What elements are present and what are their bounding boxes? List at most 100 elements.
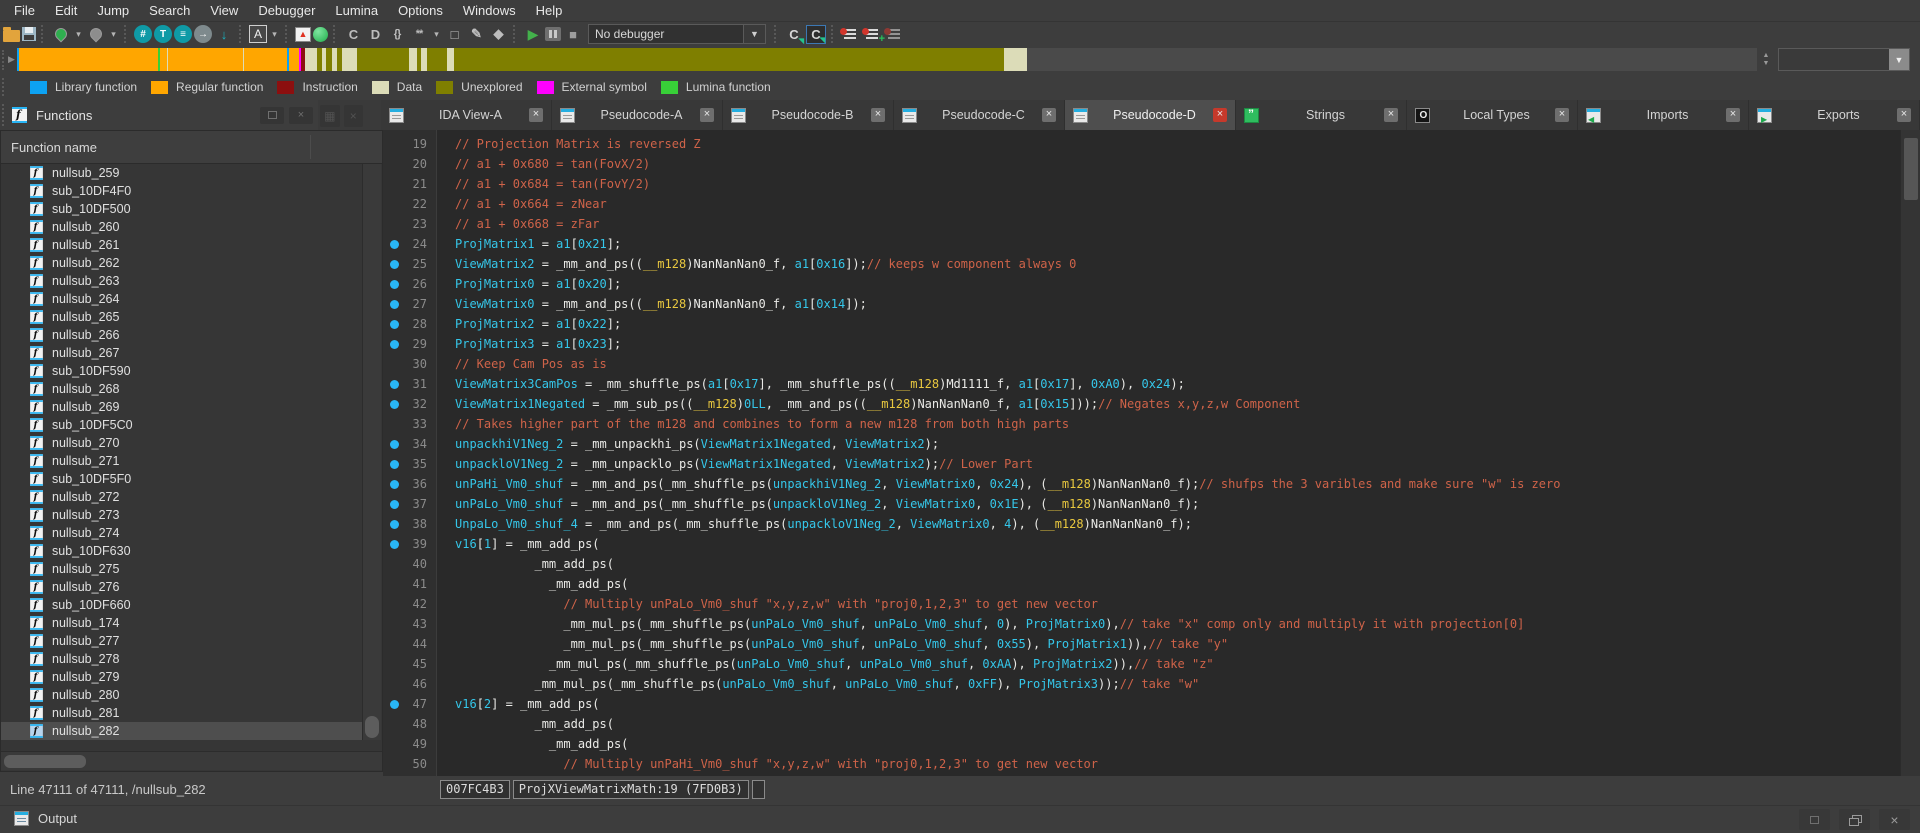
step-into-c-icon[interactable]: C [784,25,804,45]
code-vertical-scrollbar[interactable] [1900,130,1920,776]
code-line[interactable]: 42 // Multiply unPaLo_Vm0_shuf "x,y,z,w"… [383,594,1900,614]
tab-close-icon[interactable]: × [871,108,885,122]
nav-next-icon[interactable]: → [194,25,212,43]
scrollbar-thumb[interactable] [1904,138,1918,200]
drag-grip[interactable] [2,78,6,96]
function-list-item[interactable]: nullsub_270 [1,434,363,452]
code-line[interactable]: 25 ViewMatrix2 = _mm_and_ps((__m128)NanNa… [383,254,1900,274]
output-tab[interactable]: Output [6,809,85,828]
code-line[interactable]: 38 UnpaLo_Vm0_shuf_4 = _mm_and_ps(_mm_shu… [383,514,1900,534]
function-list-item[interactable]: sub_10DF5C0 [1,416,363,434]
function-list-item[interactable]: nullsub_282 [1,722,363,740]
run-pause-icon[interactable] [545,27,561,41]
braces-icon[interactable]: {} [387,25,407,44]
code-line[interactable]: 23 // a1 + 0x668 = zFar [383,214,1900,234]
flag-icon[interactable]: ▲ [295,26,311,42]
run-play-icon[interactable]: ▶ [523,25,543,44]
item-mark-dot-icon[interactable] [390,500,399,509]
code-line[interactable]: 45 _mm_mul_ps(_mm_shuffle_ps(unPaLo_Vm0_… [383,654,1900,674]
menu-item-file[interactable]: File [4,1,45,20]
function-list-item[interactable]: nullsub_272 [1,488,363,506]
code-line[interactable]: 49 _mm_add_ps( [383,734,1900,754]
caret-icon[interactable]: ▾ [269,25,280,44]
run-stop-icon[interactable]: ■ [563,25,583,44]
tab-imports[interactable]: Imports × [1578,100,1749,130]
panel-close-button[interactable]: × [289,106,313,124]
code-line[interactable]: 21 // a1 + 0x684 = tan(FovY/2) [383,174,1900,194]
code-line[interactable]: 24 ProjMatrix1 = a1[0x21]; [383,234,1900,254]
function-list-item[interactable]: sub_10DF500 [1,200,363,218]
item-mark-dot-icon[interactable] [390,300,399,309]
tab-exports[interactable]: Exports × [1749,100,1920,130]
function-list-item[interactable]: nullsub_267 [1,344,363,362]
function-list-item[interactable]: nullsub_275 [1,560,363,578]
bpt-list-icon[interactable] [840,27,861,41]
step-over-c-icon[interactable]: C [806,24,826,44]
navigation-band[interactable] [17,48,1757,71]
func-chart-icon[interactable]: # [134,25,152,43]
tab-pseudocode-b[interactable]: Pseudocode-B × [723,100,894,130]
code-line[interactable]: 29 ProjMatrix3 = a1[0x23]; [383,334,1900,354]
code-line[interactable]: 40 _mm_add_ps( [383,554,1900,574]
caret-icon[interactable]: ▾ [73,25,84,44]
restore-button[interactable] [1839,809,1870,830]
function-list-item[interactable]: sub_10DF5F0 [1,470,363,488]
menu-item-help[interactable]: Help [526,1,573,20]
function-list-item[interactable]: nullsub_263 [1,272,363,290]
item-mark-dot-icon[interactable] [390,480,399,489]
item-mark-dot-icon[interactable] [390,260,399,269]
tabbar-close-button[interactable]: × [343,105,363,127]
menu-item-view[interactable]: View [200,1,248,20]
item-mark-dot-icon[interactable] [390,460,399,469]
struct-del-icon[interactable]: D [365,25,385,44]
function-list-item[interactable]: nullsub_266 [1,326,363,344]
caret-icon[interactable]: ▾ [431,25,442,44]
function-list-item[interactable]: sub_10DF630 [1,542,363,560]
code-line[interactable]: 48 _mm_add_ps( [383,714,1900,734]
function-list-item[interactable]: nullsub_281 [1,704,363,722]
function-list-item[interactable]: sub_10DF4F0 [1,182,363,200]
code-line[interactable]: 32 ViewMatrix1Negated = _mm_sub_ps((__m12… [383,394,1900,414]
save-icon[interactable] [22,27,36,41]
scrollbar-thumb[interactable] [4,755,86,768]
tab-pseudocode-c[interactable]: Pseudocode-C × [894,100,1065,130]
function-list-item[interactable]: nullsub_259 [1,164,363,182]
code-line[interactable]: 20 // a1 + 0x680 = tan(FovX/2) [383,154,1900,174]
item-mark-dot-icon[interactable] [390,380,399,389]
navband-expand-arrow-icon[interactable]: ▶ [8,54,15,65]
caret-icon[interactable]: ▾ [108,25,119,44]
function-list-item[interactable]: nullsub_260 [1,218,363,236]
sel-box-icon[interactable]: □ [444,25,464,44]
lumina-ball-icon[interactable] [313,26,328,42]
code-line[interactable]: 31 ViewMatrix3CamPos = _mm_shuffle_ps(a1[… [383,374,1900,394]
item-mark-dot-icon[interactable] [390,340,399,349]
tab-close-icon[interactable]: × [1384,108,1398,122]
code-line[interactable]: 22 // a1 + 0x664 = zNear [383,194,1900,214]
item-mark-dot-icon[interactable] [390,540,399,549]
code-line[interactable]: 28 ProjMatrix2 = a1[0x22]; [383,314,1900,334]
tabbar-save-button[interactable]: ▦ [320,105,340,127]
function-list-item[interactable]: sub_10DF590 [1,362,363,380]
function-list-item[interactable]: nullsub_277 [1,632,363,650]
navband-zoom-combobox[interactable]: ▼ [1778,48,1910,71]
tab-close-icon[interactable]: × [1726,108,1740,122]
code-line[interactable]: 37 unPaLo_Vm0_shuf = _mm_and_ps(_mm_shuff… [383,494,1900,514]
function-list-item[interactable]: nullsub_271 [1,452,363,470]
code-line[interactable]: 26 ProjMatrix0 = a1[0x20]; [383,274,1900,294]
code-line[interactable]: 35 unpackloV1Neg_2 = _mm_unpacklo_ps(View… [383,454,1900,474]
menu-item-search[interactable]: Search [139,1,200,20]
column-header-function-name[interactable]: Function name [1,131,382,164]
enum-icon[interactable]: ** [409,25,429,44]
functions-horizontal-scrollbar[interactable] [1,751,382,770]
scrollbar-thumb[interactable] [365,716,379,738]
menu-item-jump[interactable]: Jump [87,1,139,20]
maximize-button[interactable] [1799,809,1830,830]
menu-item-options[interactable]: Options [388,1,453,20]
panel-restore-button[interactable] [260,106,284,124]
tab-ida-view-a[interactable]: IDA View-A × [381,100,552,130]
tab-close-icon[interactable]: × [1555,108,1569,122]
code-line[interactable]: 43 _mm_mul_ps(_mm_shuffle_ps(unPaLo_Vm0_… [383,614,1900,634]
item-mark-dot-icon[interactable] [390,440,399,449]
functions-vertical-scrollbar[interactable] [362,164,381,740]
function-list-item[interactable]: nullsub_273 [1,506,363,524]
